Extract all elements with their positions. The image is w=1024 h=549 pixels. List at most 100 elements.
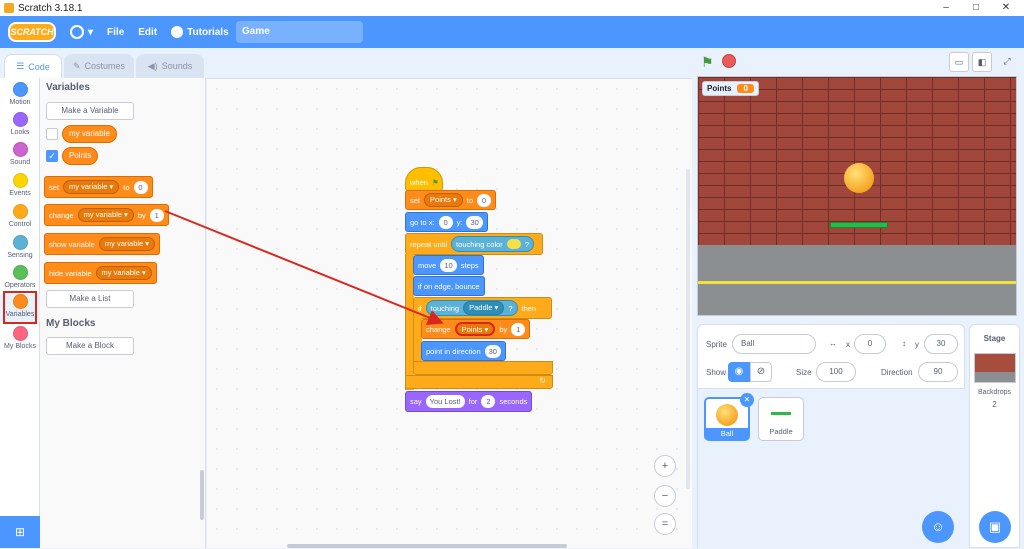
touching-color-block[interactable]: touching color ? <box>451 236 534 252</box>
value-input[interactable]: 0 <box>477 193 491 207</box>
points-monitor[interactable]: Points 0 <box>702 81 759 96</box>
minimize-button[interactable]: – <box>932 0 960 16</box>
language-menu[interactable]: ▾ <box>70 25 93 39</box>
make-block-button[interactable]: Make a Block <box>46 337 134 355</box>
category-control[interactable]: Control <box>0 204 40 228</box>
sprite-tile-ball[interactable]: Ball ✕ <box>704 393 754 441</box>
category-sound[interactable]: Sound <box>0 142 40 166</box>
tab-sounds[interactable]: ◀) Sounds <box>136 54 204 78</box>
direction-input[interactable]: 90 <box>918 362 958 382</box>
my-variable-checkbox[interactable] <box>46 128 58 140</box>
points-dropdown[interactable]: Points ▾ <box>454 322 496 336</box>
script-area[interactable]: when ⚑ clicked set Points ▾ to 0 go to x… <box>207 78 692 548</box>
sprite-name-input[interactable]: Ball <box>732 334 816 354</box>
go-to-xy-block[interactable]: go to x: 0 y: 30 <box>405 212 488 232</box>
repeat-until-block[interactable]: repeat until touching color ? <box>405 233 543 255</box>
value-input[interactable]: 1 <box>149 208 164 222</box>
points-reporter[interactable]: Points <box>62 147 99 165</box>
tab-code[interactable]: ☰ Code <box>4 54 62 78</box>
project-title-input[interactable]: Game <box>236 21 363 43</box>
zoom-in-button[interactable]: + <box>654 455 676 477</box>
vertical-scrollbar[interactable] <box>686 169 690 489</box>
tutorials-menu[interactable]: Tutorials <box>171 26 229 38</box>
add-extension-button[interactable]: ⊞ <box>0 516 40 548</box>
maximize-button[interactable]: □ <box>962 0 990 16</box>
value-input[interactable]: 0 <box>133 180 148 194</box>
zoom-in-icon: + <box>661 460 669 472</box>
block-palette: Variables Make a Variable my variable ✓ … <box>40 78 206 548</box>
category-operators[interactable]: Operators <box>0 265 40 289</box>
small-stage-button[interactable]: ▭ <box>949 52 969 72</box>
brush-icon: ✎ <box>72 60 81 71</box>
point-direction-block[interactable]: point in direction 30 <box>421 341 506 361</box>
move-steps-block[interactable]: move 10 steps <box>413 255 484 275</box>
zoom-reset-button[interactable]: = <box>654 513 676 535</box>
variable-dropdown[interactable]: my variable ▾ <box>63 180 120 194</box>
direction-input[interactable]: 30 <box>484 344 501 358</box>
color-swatch[interactable] <box>506 239 521 249</box>
paddle-dropdown[interactable]: Paddle ▾ <box>463 301 505 315</box>
category-motion[interactable]: Motion <box>0 82 40 106</box>
extension-icon: ⊞ <box>14 525 26 539</box>
show-hidden-button[interactable]: ⊘ <box>750 362 772 382</box>
palette-scrollbar[interactable] <box>200 470 204 520</box>
category-my-blocks[interactable]: My Blocks <box>0 326 40 350</box>
edit-menu[interactable]: Edit <box>138 27 157 38</box>
when-flag-clicked-block[interactable]: when ⚑ clicked <box>405 167 466 191</box>
large-stage-button[interactable]: ◧ <box>972 52 992 72</box>
if-then-block[interactable]: if touching Paddle ▾ ? then <box>413 297 552 319</box>
points-dropdown[interactable]: Points ▾ <box>424 193 463 207</box>
scratch-logo[interactable]: SCRATCH <box>8 22 56 42</box>
variable-dropdown[interactable]: my variable ▾ <box>98 237 156 251</box>
x-input[interactable]: 0 <box>438 215 453 229</box>
variable-dropdown[interactable]: my variable ▾ <box>77 208 134 222</box>
zoom-out-button[interactable]: − <box>654 485 676 507</box>
message-input[interactable]: You Lost! <box>425 395 465 408</box>
menu-bar: SCRATCH ▾ File Edit Tutorials Game <box>0 16 1024 48</box>
file-menu[interactable]: File <box>107 27 124 38</box>
fullscreen-button[interactable]: ⤢ <box>997 52 1017 72</box>
x-input[interactable]: 0 <box>854 334 886 354</box>
choose-backdrop-button[interactable]: ▣ <box>979 511 1011 543</box>
set-points-block[interactable]: set Points ▾ to 0 <box>405 190 496 210</box>
stage-canvas[interactable]: Points 0 <box>697 76 1017 316</box>
stop-button[interactable] <box>722 54 736 68</box>
y-input[interactable]: 30 <box>466 215 483 229</box>
seconds-input[interactable]: 2 <box>481 395 496 408</box>
change-points-block[interactable]: change Points ▾ by 1 <box>421 319 531 339</box>
motion-dot <box>12 82 28 97</box>
change-variable-block[interactable]: change my variable ▾ by 1 <box>44 204 169 226</box>
stage-selector-panel[interactable]: Stage Backdrops 2 ▣ <box>969 324 1020 548</box>
make-list-button[interactable]: Make a List <box>46 290 134 308</box>
say-for-seconds-block[interactable]: say You Lost! for 2 seconds <box>405 391 533 412</box>
variable-dropdown[interactable]: my variable ▾ <box>95 266 152 280</box>
show-variable-block[interactable]: show variable my variable ▾ <box>44 233 161 255</box>
horizontal-scrollbar[interactable] <box>287 544 567 548</box>
size-input[interactable]: 100 <box>816 362 856 382</box>
image-add-icon: ▣ <box>988 519 1002 534</box>
category-looks[interactable]: Looks <box>0 112 40 136</box>
close-button[interactable]: ✕ <box>992 0 1020 16</box>
direction-label: Direction <box>881 368 913 377</box>
hide-variable-block[interactable]: hide variable my variable ▾ <box>44 262 157 284</box>
small-stage-icon: ▭ <box>954 57 964 67</box>
y-input[interactable]: 30 <box>924 334 958 354</box>
delete-sprite-icon[interactable]: ✕ <box>740 393 754 407</box>
tab-costumes[interactable]: ✎ Costumes <box>64 54 134 78</box>
points-checkbox[interactable]: ✓ <box>46 150 58 162</box>
show-visible-button[interactable]: ◉ <box>728 362 750 382</box>
my-variable-reporter[interactable]: my variable <box>62 125 117 143</box>
category-events[interactable]: Events <box>0 173 40 197</box>
paddle-sprite[interactable] <box>830 222 888 228</box>
sprite-tile-paddle[interactable]: Paddle <box>758 397 804 441</box>
category-sensing[interactable]: Sensing <box>0 235 40 259</box>
steps-input[interactable]: 10 <box>440 258 457 272</box>
make-variable-button[interactable]: Make a Variable <box>46 102 134 120</box>
set-variable-block[interactable]: set my variable ▾ to 0 <box>44 176 153 198</box>
ball-sprite[interactable] <box>844 163 874 193</box>
value-input[interactable]: 1 <box>511 322 526 336</box>
green-flag-icon[interactable]: ⚑ <box>701 55 715 69</box>
touching-block[interactable]: touching Paddle ▾ ? <box>425 300 518 316</box>
choose-sprite-button[interactable]: ☺ <box>922 511 954 543</box>
bounce-block[interactable]: if on edge, bounce <box>413 276 485 296</box>
